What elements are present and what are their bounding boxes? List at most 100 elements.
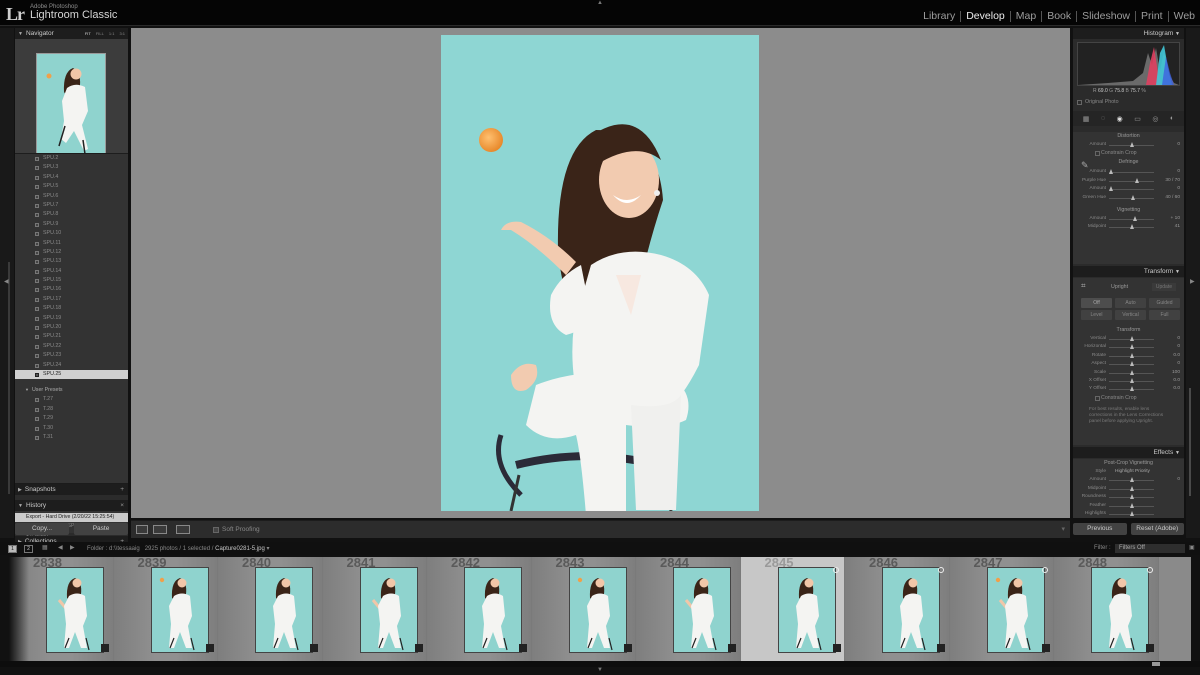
module-web[interactable]: Web	[1169, 11, 1200, 22]
preset-item[interactable]: SPU.19	[15, 314, 128, 323]
preset-item[interactable]: SPU.25	[15, 369, 128, 380]
filmstrip-cell[interactable]: 2848	[1054, 557, 1159, 661]
preset-item[interactable]: SPU.14	[15, 267, 128, 276]
slider-track[interactable]	[1109, 218, 1154, 220]
slider-row[interactable]: Roundness	[1073, 493, 1184, 501]
preset-item[interactable]: SPU.10	[15, 229, 128, 238]
upright-full-button[interactable]: Full	[1149, 310, 1180, 320]
checkbox[interactable]	[1095, 395, 1100, 401]
module-develop[interactable]: Develop	[961, 11, 1011, 22]
histogram-header[interactable]: Histogram ▼	[1073, 28, 1184, 39]
slider-row[interactable]: Feather	[1073, 502, 1184, 510]
filmstrip-cell[interactable]: 2846	[845, 557, 950, 661]
filmstrip-thumbnail[interactable]	[464, 567, 522, 653]
filmstrip-cell[interactable]: 2843	[531, 557, 636, 661]
filmstrip-thumbnail[interactable]	[882, 567, 940, 653]
navigator-header[interactable]: ▼ Navigator FIT FILL 1:1 3:1	[15, 28, 128, 39]
checkbox[interactable]	[1077, 99, 1082, 105]
slider-row[interactable]: Midpoint	[1073, 485, 1184, 493]
history-header[interactable]: ▼ History ×	[15, 500, 128, 511]
slider-knob[interactable]	[1130, 224, 1134, 230]
copy-button[interactable]: Copy...	[15, 523, 69, 535]
zoom-fill[interactable]: FILL	[96, 28, 104, 39]
filmstrip-thumbnail[interactable]	[777, 567, 836, 653]
slider-knob[interactable]	[1133, 215, 1137, 221]
distortion-amount-slider[interactable]: Amount 0	[1073, 141, 1184, 149]
filmstrip-cell[interactable]: 2845	[740, 557, 845, 661]
preset-item[interactable]: SPU.6	[15, 192, 128, 201]
slider-row[interactable]: Scale 100	[1073, 369, 1184, 377]
filmstrip-thumbnail[interactable]	[359, 567, 418, 653]
effects-header[interactable]: Effects ▼	[1073, 447, 1184, 458]
scroll-thumb[interactable]	[1152, 662, 1160, 666]
upright-off-button[interactable]: Off	[1081, 298, 1112, 308]
preset-item[interactable]: SPU.11	[15, 239, 128, 248]
collapse-right-arrow-icon[interactable]: ▶	[1190, 278, 1195, 285]
preset-item[interactable]: SPU.23	[15, 351, 128, 360]
slider-knob[interactable]	[1130, 485, 1134, 491]
preset-item[interactable]: SPU.17	[15, 295, 128, 304]
histogram-graph[interactable]	[1077, 42, 1180, 86]
filmstrip-cell[interactable]: 2844	[636, 557, 741, 661]
user-preset-item[interactable]: T.30	[15, 424, 128, 433]
user-preset-item[interactable]: T.28	[15, 405, 128, 414]
paste-button[interactable]: Paste	[74, 523, 128, 535]
slider-row[interactable]: Highlights	[1073, 510, 1184, 518]
slider-knob[interactable]	[1130, 377, 1134, 383]
upright-auto-button[interactable]: Auto	[1115, 298, 1146, 308]
slider-track[interactable]	[1109, 172, 1154, 174]
toolbar-menu-icon[interactable]: ▾	[1061, 525, 1065, 533]
red-eye-icon[interactable]: ◉	[1117, 115, 1123, 123]
style-value[interactable]: Highlight Priority	[1115, 468, 1150, 476]
filmstrip-thumbnail[interactable]	[1091, 567, 1149, 653]
selection-circle-icon[interactable]	[1146, 567, 1153, 573]
preset-item[interactable]: SPU.16	[15, 285, 128, 294]
slider-knob[interactable]	[1130, 502, 1134, 508]
module-library[interactable]: Library	[918, 11, 962, 22]
preset-item[interactable]: SPU.12	[15, 248, 128, 257]
checkbox[interactable]	[1095, 151, 1100, 157]
zoom-1-1[interactable]: 1:1	[109, 28, 115, 39]
collapse-top-arrow-icon[interactable]: ▲	[597, 0, 603, 6]
preset-item[interactable]: SPU.2	[15, 154, 128, 163]
preset-item[interactable]: SPU.3	[15, 163, 128, 172]
selection-circle-icon[interactable]	[1042, 567, 1048, 573]
slider-knob[interactable]	[1109, 186, 1113, 192]
upright-level-button[interactable]: Level	[1081, 310, 1112, 320]
slider-row[interactable]: Horizontal 0	[1073, 343, 1184, 351]
user-preset-item[interactable]: T.29	[15, 414, 128, 423]
slider-row[interactable]: Y Offset 0.0	[1073, 385, 1184, 393]
filmstrip-thumbnail[interactable]	[673, 567, 731, 653]
selection-circle-icon[interactable]	[833, 567, 839, 573]
slider-knob[interactable]	[1109, 169, 1113, 175]
slider-knob[interactable]	[1130, 386, 1134, 392]
slider-knob[interactable]	[1130, 477, 1134, 483]
user-presets-folder[interactable]: ▼ User Presets	[15, 385, 128, 395]
slider-knob[interactable]	[1130, 352, 1134, 358]
back-arrow-icon[interactable]: ◀	[58, 544, 63, 551]
preset-item[interactable]: SPU.22	[15, 342, 128, 351]
crop-grid-icon[interactable]: ▦	[1083, 115, 1090, 123]
filter-dropdown[interactable]: Filters Off	[1115, 544, 1185, 553]
preset-item[interactable]: SPU.20	[15, 323, 128, 332]
slider-knob[interactable]	[1131, 194, 1135, 200]
primary-window-button[interactable]: 1	[8, 545, 17, 553]
filmstrip-thumbnail[interactable]	[46, 567, 104, 653]
module-book[interactable]: Book	[1042, 11, 1078, 22]
snapshots-header[interactable]: ▶ Snapshots +	[15, 484, 128, 495]
slider-knob[interactable]	[1135, 177, 1139, 183]
upright-guided-button[interactable]: Guided	[1149, 298, 1180, 308]
spot-removal-icon[interactable]: ◌	[1101, 115, 1105, 122]
slider-row[interactable]: Amount 0	[1073, 185, 1184, 193]
radial-filter-icon[interactable]: ◎	[1152, 115, 1158, 123]
preset-item[interactable]: SPU.13	[15, 257, 128, 266]
graduated-filter-icon[interactable]: ▭	[1134, 115, 1141, 123]
zoom-3-1[interactable]: 3:1	[119, 28, 125, 39]
slider-row[interactable]: Rotate 0.0	[1073, 352, 1184, 360]
slider-row[interactable]: Aspect 0	[1073, 360, 1184, 368]
filmstrip-cell[interactable]: 2842	[427, 557, 532, 661]
filmstrip-thumbnail[interactable]	[255, 567, 313, 653]
filmstrip-source-path[interactable]: Folder : d:\\tessaaig 2925 photos / 1 se…	[87, 545, 270, 552]
update-button[interactable]: Update	[1151, 283, 1176, 291]
vignette-style-select[interactable]: Style Highlight Priority	[1073, 468, 1184, 476]
